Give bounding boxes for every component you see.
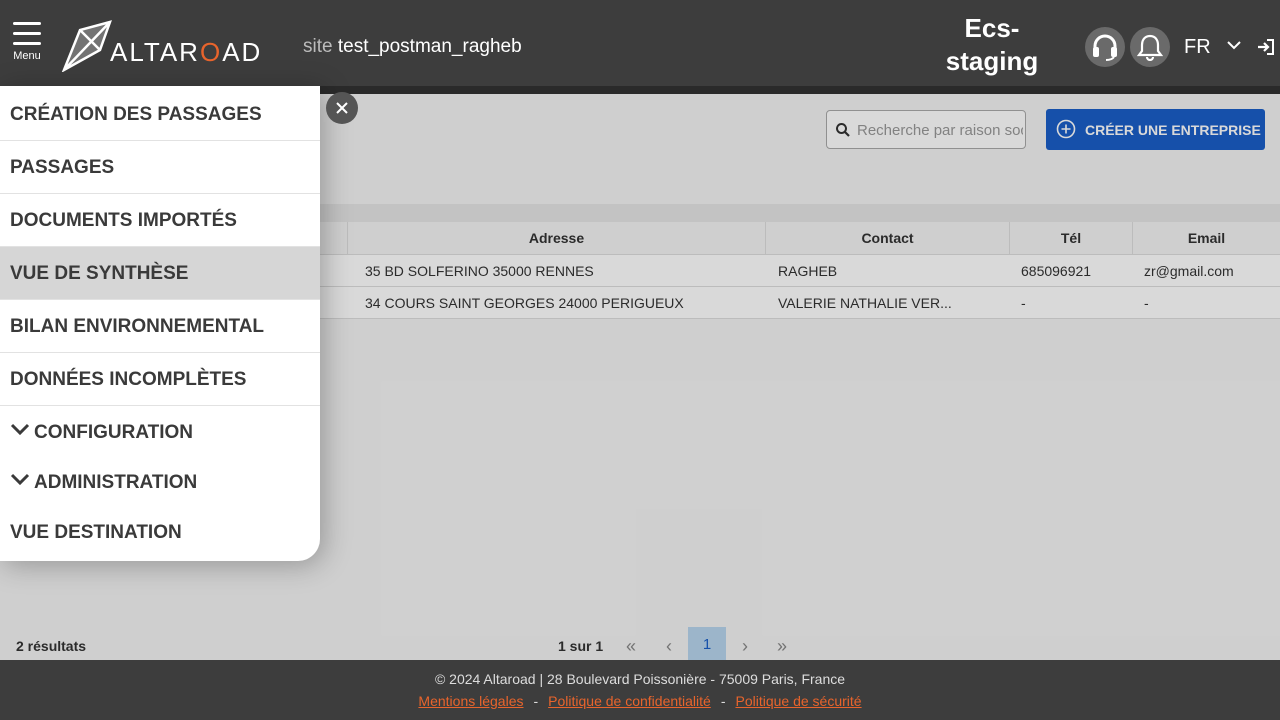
- bell-icon: [1137, 34, 1163, 61]
- chevron-down-icon: [10, 406, 30, 456]
- menu-label: Menu: [13, 50, 41, 62]
- footer-address: © 2024 Altaroad | 28 Boulevard Poissoniè…: [434, 671, 846, 687]
- altaroad-logo[interactable]: ALTAROAD: [60, 20, 280, 72]
- top-bar: Menu ALTAROAD site test_postman_ragheb E…: [0, 0, 1280, 86]
- close-icon: [336, 102, 348, 114]
- chevron-down-icon[interactable]: [1226, 38, 1242, 56]
- language-selector[interactable]: FR: [1184, 36, 1211, 59]
- menu-item-destination-view[interactable]: VUE DESTINATION: [0, 508, 320, 558]
- headset-icon: [1093, 34, 1117, 61]
- footer-links: Mentions légales - Politique de confidenti…: [0, 693, 1280, 709]
- menu-item-administration[interactable]: ADMINISTRATION: [0, 458, 320, 508]
- menu-item-passages[interactable]: PASSAGES: [0, 141, 320, 194]
- footer: © 2024 Altaroad | 28 Boulevard Poissoniè…: [0, 660, 1280, 720]
- side-menu: CRÉATION DES PASSAGES PASSAGES DOCUMENTS…: [0, 86, 320, 561]
- menu-item-incomplete-data[interactable]: DONNÉES INCOMPLÈTES: [0, 353, 320, 406]
- support-button[interactable]: [1085, 27, 1125, 67]
- logo-wordmark: ALTAROAD: [110, 37, 263, 67]
- menu-item-summary-view[interactable]: VUE DE SYNTHÈSE: [0, 247, 320, 300]
- footer-separator: -: [720, 693, 726, 709]
- site-prefix: site: [303, 36, 333, 57]
- menu-item-environmental-report[interactable]: BILAN ENVIRONNEMENTAL: [0, 300, 320, 353]
- site-indicator: site test_postman_ragheb: [303, 36, 522, 58]
- menu-item-configuration[interactable]: CONFIGURATION: [0, 408, 320, 458]
- environment-label: Ecs- staging: [945, 13, 1039, 76]
- security-policy-link[interactable]: Politique de sécurité: [736, 693, 862, 709]
- chevron-down-icon: [10, 456, 30, 506]
- footer-separator: -: [533, 693, 539, 709]
- privacy-policy-link[interactable]: Politique de confidentialité: [548, 693, 711, 709]
- menu-button[interactable]: Menu: [8, 22, 46, 72]
- logo-mark-icon: [61, 20, 112, 72]
- menu-item-passage-creation[interactable]: CRÉATION DES PASSAGES: [0, 86, 320, 141]
- menu-icon: [8, 22, 46, 45]
- menu-item-imported-documents[interactable]: DOCUMENTS IMPORTÉS: [0, 194, 320, 247]
- notifications-button[interactable]: [1130, 27, 1170, 67]
- site-name: test_postman_ragheb: [337, 36, 522, 57]
- logout-icon[interactable]: [1257, 38, 1275, 61]
- close-menu-button[interactable]: [326, 92, 358, 124]
- legal-notice-link[interactable]: Mentions légales: [418, 693, 523, 709]
